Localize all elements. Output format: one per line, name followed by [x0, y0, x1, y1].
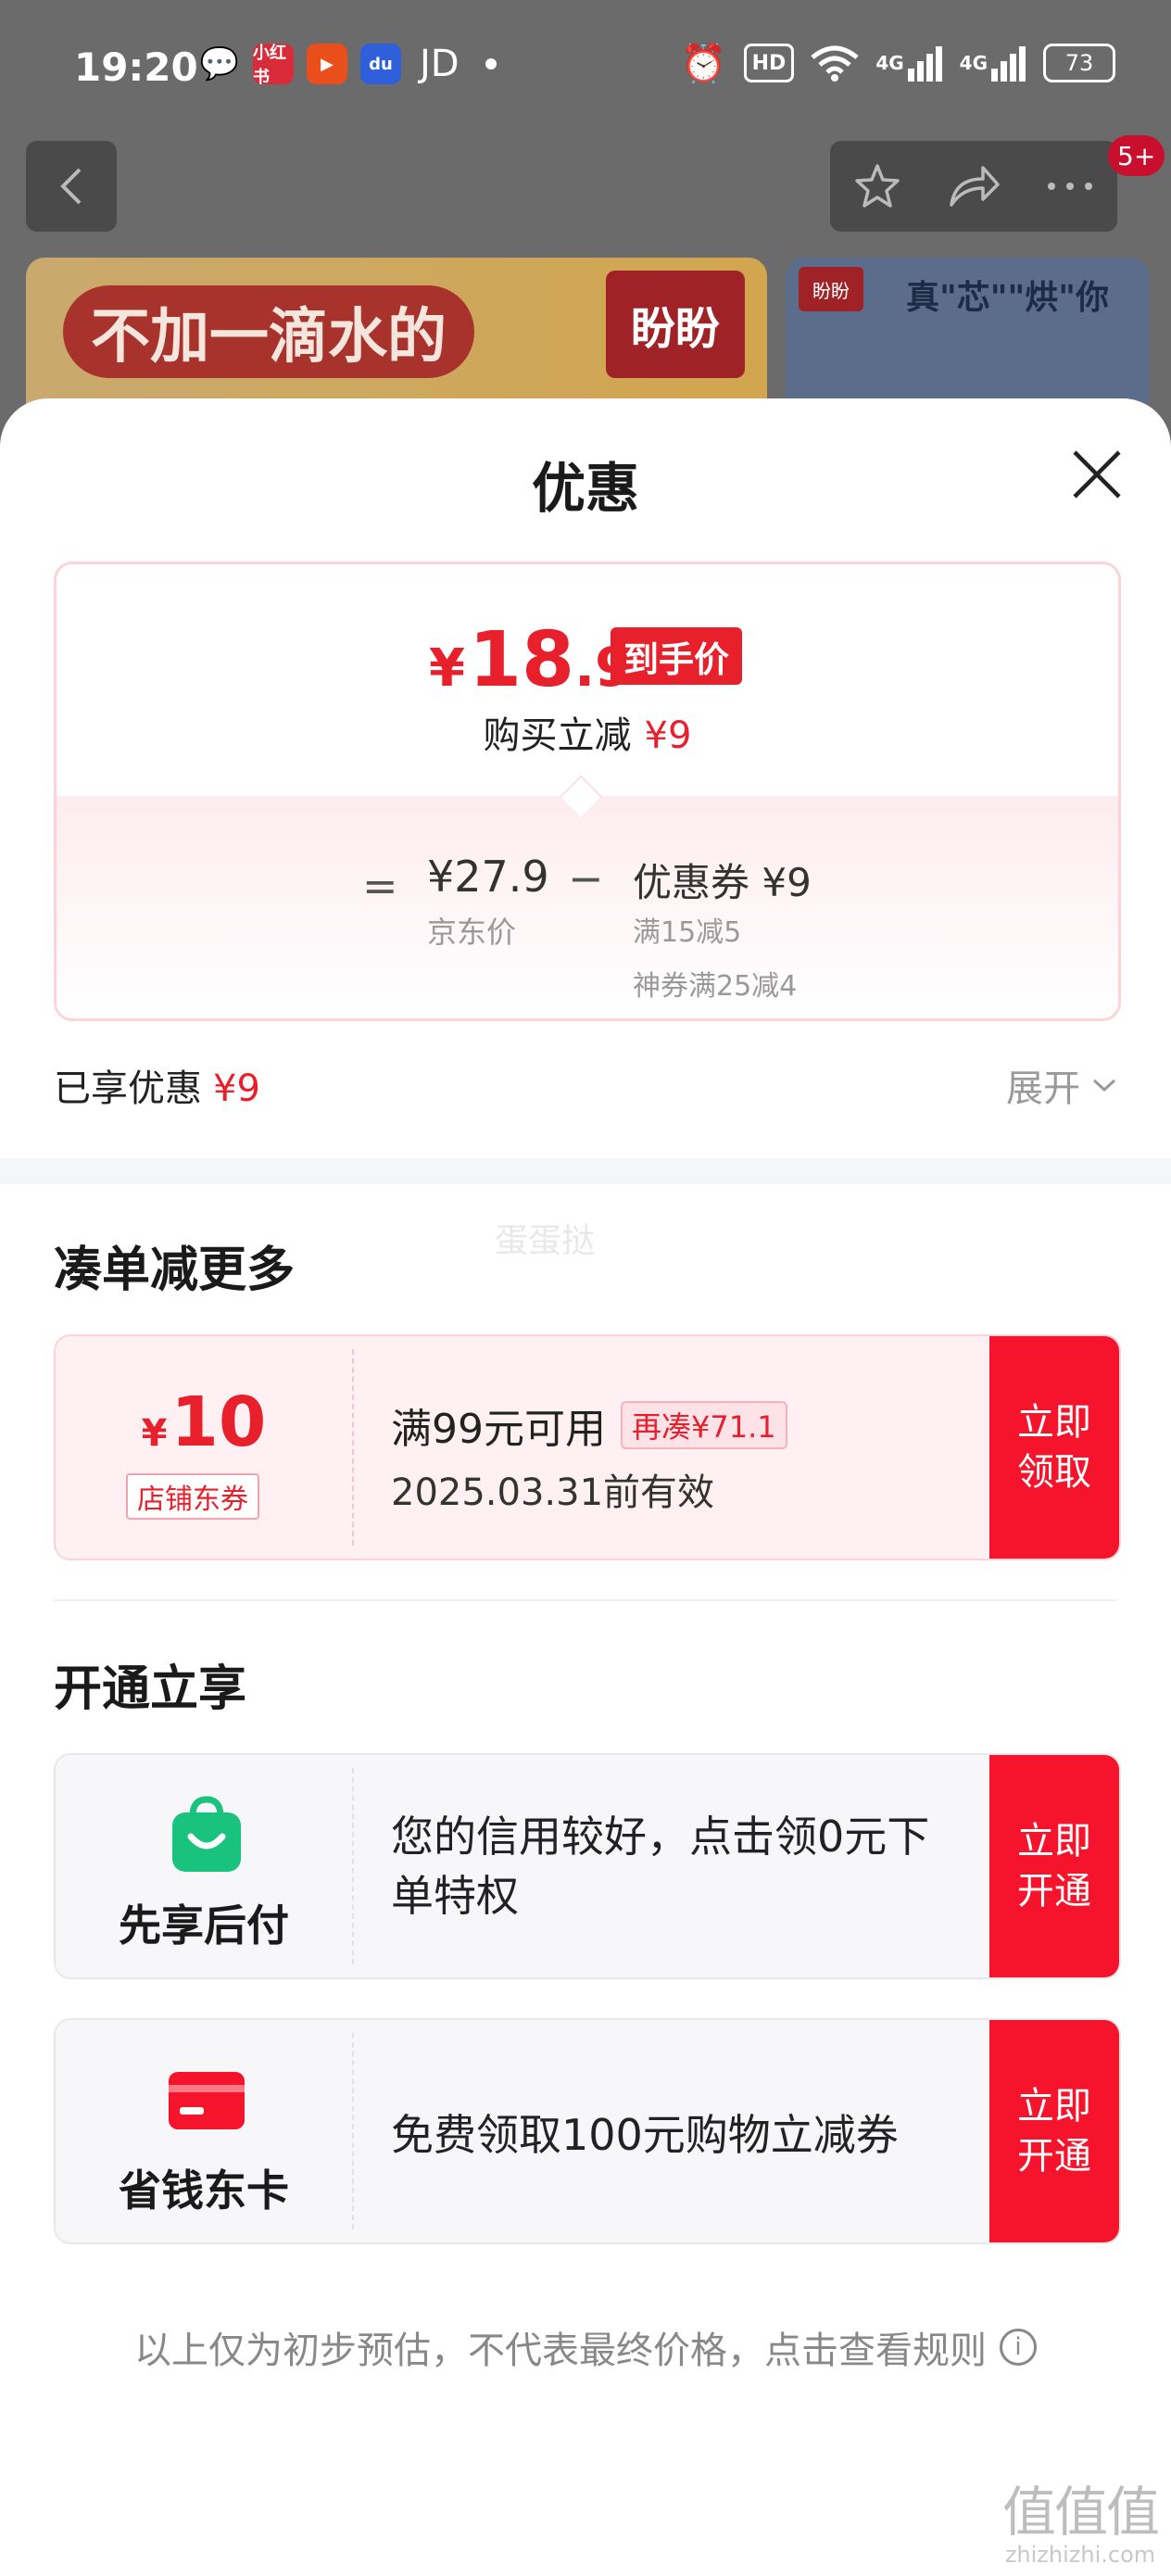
- final-price-int: 18: [468, 616, 575, 704]
- service-description: 您的信用较好，点击领0元下单特权: [391, 1812, 930, 1922]
- section-title-open: 开通立享: [54, 1661, 247, 1717]
- site-watermark-logo: 值值值 zhizhizhi.com: [1001, 2480, 1160, 2568]
- coupon-value: 10: [170, 1383, 267, 1462]
- enjoyed-label: 已享优惠: [54, 1067, 202, 1110]
- more-notifications-dot: [485, 58, 497, 69]
- coupon-total: 优惠券 ¥9: [633, 860, 812, 905]
- hd-icon: HD: [743, 44, 795, 82]
- button-label-line1: 立即: [1017, 2085, 1091, 2128]
- coupon-condition: 满99元可用: [391, 1406, 606, 1453]
- coupon-amount: ¥ 10: [56, 1383, 352, 1462]
- enjoyed-value: ¥9: [213, 1067, 260, 1110]
- share-icon[interactable]: [946, 160, 1001, 212]
- reduce-value: ¥9: [644, 714, 692, 757]
- jd-price-label: 京东价: [427, 915, 517, 950]
- equals-sign: =: [362, 861, 398, 911]
- activate-saving-card-button[interactable]: 立即 开通: [989, 2020, 1119, 2242]
- instant-reduction: 购买立减 ¥9: [57, 705, 1118, 759]
- button-label-line2: 领取: [1017, 1451, 1091, 1494]
- jd-status-text: JD: [420, 43, 460, 85]
- final-price-yen: ¥: [429, 638, 465, 699]
- watermark-mark: 值值值: [1001, 2480, 1160, 2544]
- expand-button[interactable]: 展开: [1006, 1058, 1117, 1112]
- message-count-badge: 5+: [1108, 135, 1165, 176]
- service-divider: [352, 1768, 354, 1964]
- discount-bottom-sheet: 优惠 ¥ 18 .9 到手价 购买立减 ¥9 = ¥27.9 京东价 − 优惠券 …: [0, 398, 1171, 2576]
- shopping-bag-icon: [172, 1796, 241, 1872]
- coupon-type-tag: 店铺东券: [126, 1473, 259, 1520]
- section-divider-line: [54, 1599, 1117, 1601]
- minus-sign: −: [568, 853, 604, 903]
- service-description: 免费领取100元购物立减券: [391, 2110, 899, 2160]
- button-label-line2: 开通: [1017, 1870, 1091, 1913]
- watermark-url: zhizhizhi.com: [1004, 2541, 1156, 2568]
- status-system-icons: ⏰ HD 4G 4G 73: [680, 42, 1115, 85]
- credit-card-icon: [169, 2072, 245, 2129]
- signal-icon-2: 4G: [960, 43, 1026, 83]
- signal-icon-1: 4G: [875, 43, 942, 83]
- banner-slogan: 不加一滴水的: [63, 285, 474, 378]
- video-play-icon: ▶: [307, 44, 347, 84]
- battery-level: 73: [1064, 50, 1094, 76]
- add-more-tag: 再凑¥71.1: [621, 1401, 787, 1449]
- banner-side-slogan: 真"芯""烘"你: [906, 279, 1110, 317]
- store-coupon-card: ¥ 10 店铺东券 满99元可用 再凑¥71.1 2025.03.31前有效 立…: [54, 1334, 1121, 1560]
- battery-icon: 73: [1043, 44, 1115, 82]
- claim-coupon-button[interactable]: 立即 领取: [989, 1336, 1119, 1559]
- section-divider: [0, 1158, 1171, 1184]
- button-label-line1: 立即: [1017, 1401, 1091, 1444]
- coupon-detail: 神券满25减4: [633, 970, 798, 1003]
- service-card-pay-later: 先享后付 您的信用较好，点击领0元下单特权 立即 开通: [54, 1753, 1121, 1979]
- final-price-tag: 到手价: [611, 627, 743, 685]
- wifi-icon: [811, 43, 859, 83]
- network-label-1: 4G: [875, 52, 904, 74]
- expand-label: 展开: [1006, 1067, 1080, 1110]
- rules-note-link[interactable]: 以上仅为初步预估，不代表最终价格，点击查看规则 i: [0, 2320, 1171, 2374]
- jd-price: ¥27.9: [427, 852, 549, 902]
- coupon-detail: 满15减5: [633, 916, 742, 949]
- info-icon: i: [1000, 2329, 1037, 2366]
- sheet-title: 优惠: [531, 457, 639, 520]
- activate-pay-later-button[interactable]: 立即 开通: [989, 1755, 1119, 1977]
- brand-logo-small: 盼盼: [799, 267, 863, 311]
- coupon-divider: [352, 1349, 354, 1546]
- coupon-expiry: 2025.03.31前有效: [391, 1471, 715, 1514]
- star-icon[interactable]: [851, 160, 903, 212]
- chevron-down-icon: [1092, 1079, 1116, 1092]
- price-formula: [57, 796, 1118, 1018]
- chevron-left-icon: [60, 168, 82, 205]
- close-icon[interactable]: [1069, 447, 1125, 502]
- more-icon[interactable]: [1044, 177, 1096, 196]
- coupon-yen: ¥: [141, 1412, 168, 1455]
- service-name: 省钱东卡: [119, 2166, 289, 2216]
- enjoyed-discount: 已享优惠 ¥9: [54, 1058, 260, 1112]
- nav-action-group: [830, 141, 1117, 232]
- reduce-label: 购买立减: [483, 714, 632, 757]
- brand-logo: 盼盼: [606, 271, 745, 378]
- alarm-icon: ⏰: [680, 42, 727, 85]
- xiaohongshu-icon: 小红书: [253, 44, 294, 87]
- button-label-line1: 立即: [1017, 1820, 1091, 1863]
- service-divider: [352, 2033, 354, 2229]
- watermark-text: 蛋蛋挞: [495, 1222, 596, 1260]
- service-card-saving-card: 省钱东卡 免费领取100元购物立减券 立即 开通: [54, 2018, 1121, 2244]
- coupon-condition-row: 满99元可用 再凑¥71.1: [391, 1395, 787, 1455]
- price-breakdown-card: ¥ 18 .9 到手价 购买立减 ¥9 = ¥27.9 京东价 − 优惠券 ¥9 …: [54, 562, 1121, 1021]
- final-price: ¥ 18 .9: [429, 616, 632, 704]
- wechat-icon: 💬: [199, 45, 240, 82]
- rules-note-text: 以上仅为初步预估，不代表最终价格，点击查看规则: [134, 2330, 987, 2372]
- back-button[interactable]: [26, 141, 117, 232]
- service-name: 先享后付: [119, 1900, 289, 1951]
- status-notification-icons: 💬 小红书 ▶ du JD: [199, 43, 497, 87]
- baidu-icon: du: [360, 44, 401, 84]
- status-bar: 19:20 💬 小红书 ▶ du JD ⏰ HD 4G 4G 73: [0, 0, 1171, 139]
- network-label-2: 4G: [959, 52, 988, 74]
- status-time: 19:20: [74, 44, 198, 90]
- product-top-nav: 5+: [0, 135, 1171, 234]
- button-label-line2: 开通: [1017, 2135, 1091, 2178]
- section-title-more: 凑单减更多: [54, 1243, 296, 1298]
